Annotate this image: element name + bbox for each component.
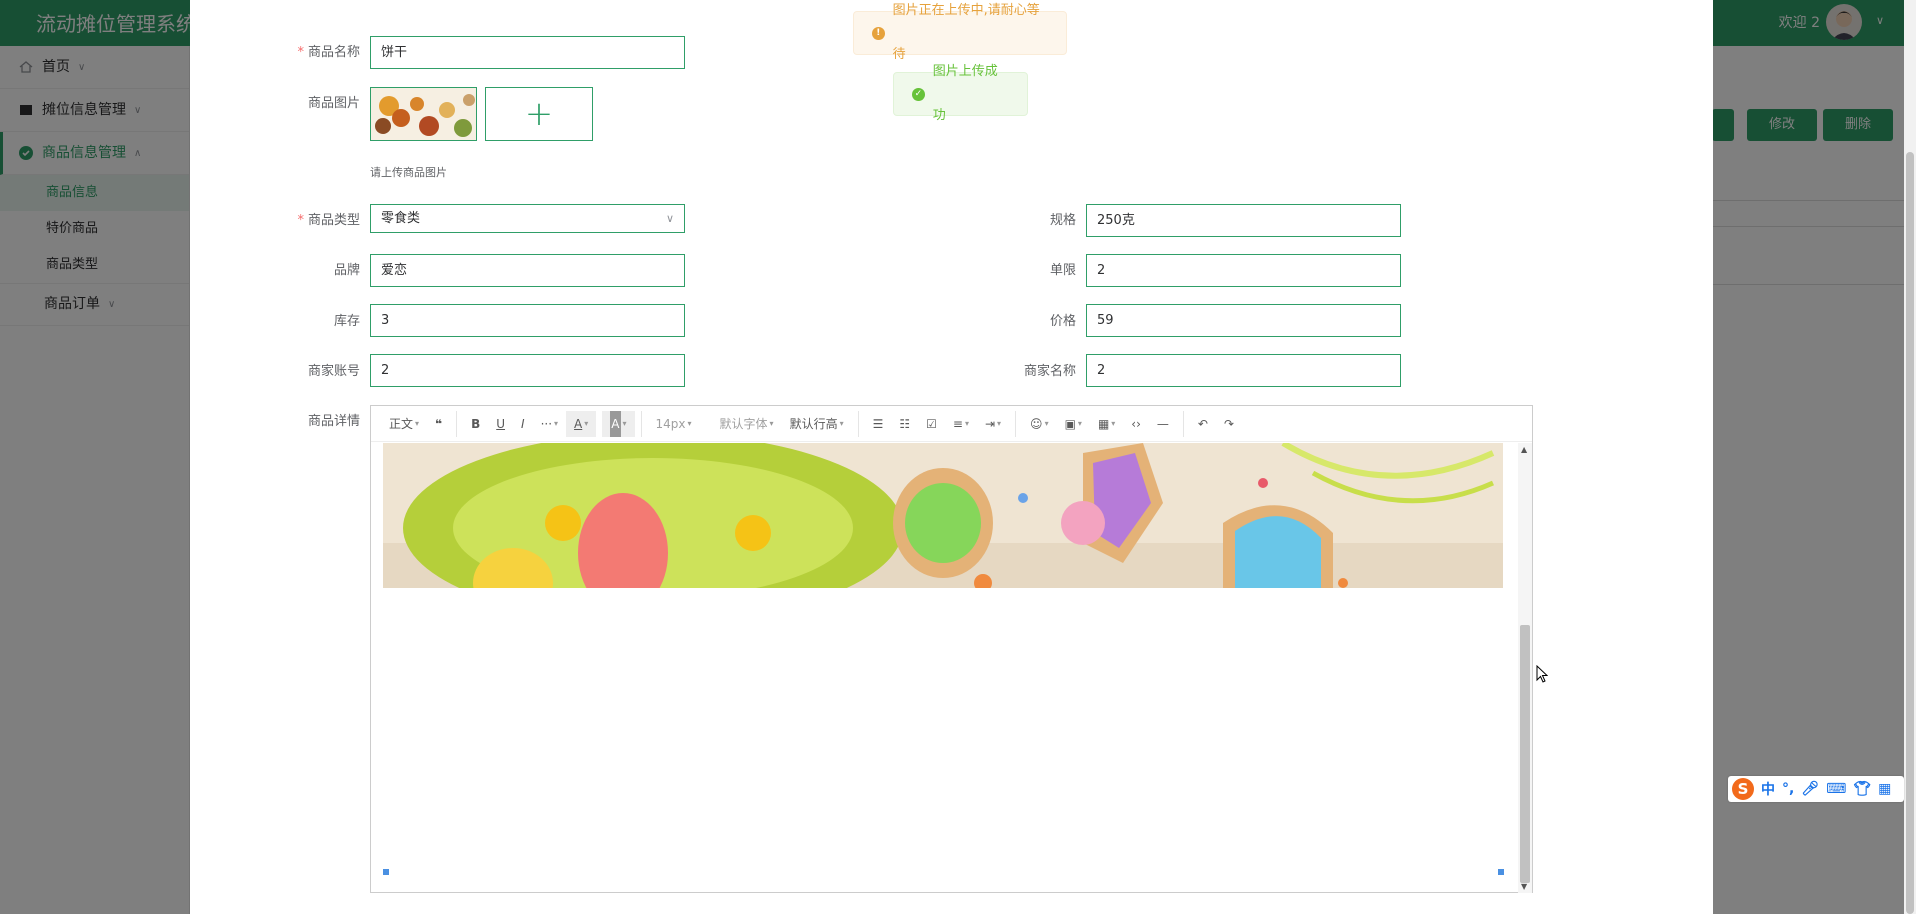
- goods-detail-label: 商品详情: [307, 414, 360, 429]
- upload-image-button[interactable]: +: [485, 87, 593, 141]
- success-icon: ✓: [912, 87, 925, 101]
- resize-handle[interactable]: [1498, 869, 1504, 875]
- more-icon[interactable]: ··· ▾: [533, 411, 566, 437]
- price-input[interactable]: 59: [1086, 304, 1401, 337]
- editor-content[interactable]: [371, 443, 1519, 893]
- indent-icon[interactable]: ⇥ ▾: [977, 411, 1009, 437]
- merchant-name-label: 商家名称: [1023, 364, 1076, 379]
- goods-name-input[interactable]: 饼干: [370, 36, 685, 69]
- underline-icon[interactable]: U: [488, 411, 513, 437]
- font-family-select[interactable]: 默认字体 ▾: [712, 411, 782, 437]
- editor-toolbar: 正文 ▾ ❝ B U I ··· ▾ A ▾ A ▾ 14px ▾ 默认字体 ▾ 默认行高 ▾…: [371, 406, 1532, 442]
- italic-icon[interactable]: I: [513, 411, 533, 437]
- skin-icon[interactable]: 👕︎: [1853, 781, 1871, 797]
- emoji-icon[interactable]: ☺ ▾: [1015, 410, 1057, 437]
- goods-image-thumbnail[interactable]: [370, 87, 477, 141]
- bold-icon[interactable]: B: [456, 410, 488, 437]
- merchant-name-input[interactable]: 2: [1086, 354, 1401, 387]
- code-icon[interactable]: ‹›: [1123, 411, 1149, 437]
- goods-image-label: 商品图片: [307, 96, 360, 111]
- image-icon[interactable]: ▣ ▾: [1057, 411, 1090, 437]
- spec-input[interactable]: 250克: [1086, 204, 1401, 237]
- price-label: 价格: [1049, 314, 1076, 329]
- quote-icon[interactable]: ❝: [427, 411, 450, 437]
- bulleted-list-icon[interactable]: ☰: [857, 410, 892, 437]
- stock-label: 库存: [333, 314, 360, 329]
- divider-icon[interactable]: —: [1149, 411, 1177, 437]
- chevron-down-icon: ∨: [665, 212, 674, 225]
- undo-icon[interactable]: ↶: [1182, 410, 1216, 437]
- line-height-select[interactable]: 默认行高 ▾: [782, 411, 852, 437]
- page-scrollbar-thumb[interactable]: [1906, 152, 1914, 914]
- apps-grid-icon[interactable]: ▦: [1878, 781, 1891, 797]
- merchant-account-input[interactable]: 2: [370, 354, 685, 387]
- stock-input[interactable]: 3: [370, 304, 685, 337]
- todo-icon[interactable]: ☑: [918, 411, 945, 437]
- inserted-image[interactable]: [383, 443, 1503, 588]
- goods-type-label: * 商品类型: [297, 213, 360, 228]
- ime-language-toggle[interactable]: 中: [1761, 779, 1775, 799]
- numbered-list-icon[interactable]: ☷: [891, 411, 918, 437]
- upload-success-message: ✓ 图片上传成功: [893, 64, 1028, 123]
- microphone-icon[interactable]: 🎤︎: [1801, 781, 1819, 797]
- spec-label: 规格: [1049, 213, 1076, 228]
- ime-punctuation-toggle[interactable]: °,: [1782, 781, 1794, 797]
- limit-label: 单限: [1049, 263, 1076, 278]
- ime-logo-icon[interactable]: S: [1732, 778, 1754, 800]
- table-icon[interactable]: ▦ ▾: [1090, 411, 1123, 437]
- upload-tip: 请上传商品图片: [370, 166, 447, 179]
- merchant-account-label: 商家账号: [307, 364, 360, 379]
- goods-type-select[interactable]: 零食类 ∨: [370, 204, 685, 233]
- mouse-cursor-icon: [1536, 665, 1548, 683]
- redo-icon[interactable]: ↷: [1216, 411, 1242, 437]
- editor-scrollbar[interactable]: ▲ ▼: [1518, 443, 1532, 893]
- upload-warning-message: ! 图片正在上传中,请耐心等待: [853, 3, 1067, 62]
- font-color-icon[interactable]: A ▾: [566, 410, 597, 437]
- ime-toolbar[interactable]: S 中 °, 🎤︎ ⌨ 👕︎ ▦: [1728, 776, 1904, 802]
- brand-input[interactable]: 爱恋: [370, 254, 685, 287]
- goods-name-label: * 商品名称: [297, 45, 360, 60]
- heading-select[interactable]: 正文 ▾: [381, 411, 427, 437]
- warning-icon: !: [872, 26, 885, 40]
- keyboard-icon[interactable]: ⌨: [1826, 781, 1846, 797]
- bg-color-icon[interactable]: A ▾: [602, 410, 635, 437]
- brand-label: 品牌: [333, 263, 360, 278]
- resize-handle[interactable]: [383, 869, 389, 875]
- font-size-select[interactable]: 14px ▾: [640, 410, 700, 437]
- limit-input[interactable]: 2: [1086, 254, 1401, 287]
- align-icon[interactable]: ≡ ▾: [945, 411, 977, 437]
- rich-text-editor: 正文 ▾ ❝ B U I ··· ▾ A ▾ A ▾ 14px ▾ 默认字体 ▾ 默认行高 ▾…: [370, 405, 1533, 893]
